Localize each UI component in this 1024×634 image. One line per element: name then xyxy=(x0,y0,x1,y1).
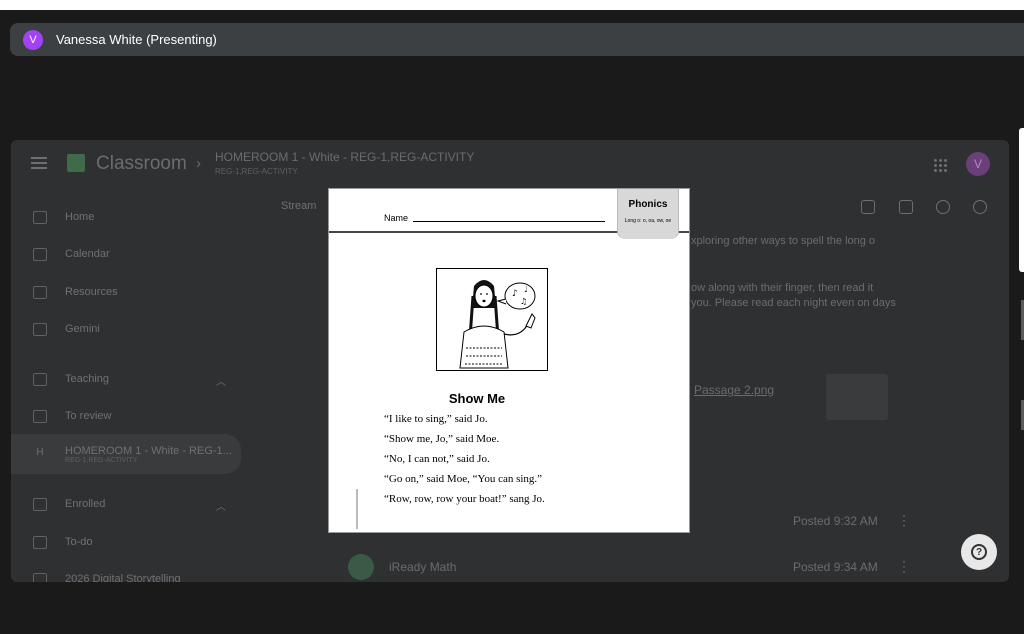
svg-text:♪: ♪ xyxy=(512,289,518,299)
sidebar-item-label: Teaching xyxy=(65,373,110,385)
home-icon xyxy=(33,210,47,224)
girl-singing-illustration: ♪ ♫ ♩ xyxy=(436,268,548,371)
presenter-name: Vanessa White (Presenting) xyxy=(56,32,217,47)
sidebar-item-homeroom[interactable]: H HOMEROOM 1 - White - REG-1... REG-1,RE… xyxy=(11,434,241,474)
gemini-icon xyxy=(33,322,47,336)
sidebar-item-label: Enrolled xyxy=(65,498,106,510)
announcement-text: you. Please read each night even on days xyxy=(691,297,896,309)
class-icon xyxy=(33,572,47,582)
sidebar-section-enrolled[interactable]: Enrolled ︿ xyxy=(11,489,241,519)
attachment-link[interactable]: Passage 2.png xyxy=(694,383,774,397)
sidebar-item-label: To-do xyxy=(65,536,93,548)
story-line: “Go on,” said Moe, “You can sing.” xyxy=(384,473,543,485)
user-avatar[interactable]: V xyxy=(966,152,990,176)
announcement-text: xploring other ways to spell the long o xyxy=(691,235,876,247)
course-subtitle: REG-1,REG-ACTIVITY xyxy=(215,167,298,176)
chevron-up-icon: ︿ xyxy=(216,502,226,513)
presenter-avatar: V xyxy=(23,29,43,50)
resources-icon xyxy=(33,285,47,299)
sidebar-section-teaching[interactable]: Teaching ︿ xyxy=(11,364,241,394)
drive-icon[interactable] xyxy=(936,200,950,214)
sidebar-item-label: 2026 Digital Storytelling xyxy=(65,573,181,582)
gear-icon[interactable] xyxy=(973,200,987,214)
app-title[interactable]: Classroom xyxy=(96,153,187,175)
sidebar-item-label: Calendar xyxy=(65,248,110,260)
svg-text:♩: ♩ xyxy=(524,285,528,294)
class-badge: H xyxy=(36,447,44,458)
review-icon xyxy=(33,409,47,423)
sidebar-item-label: HOMEROOM 1 - White - REG-1... REG-1,REG-… xyxy=(65,445,232,464)
chevron-right-icon: › xyxy=(196,155,201,172)
sidebar-item-to-review[interactable]: To review xyxy=(11,401,241,431)
homeroom-label: HOMEROOM 1 - White - REG-1... xyxy=(65,444,232,457)
tab-stream[interactable]: Stream xyxy=(281,200,316,212)
video-meet-icon[interactable] xyxy=(861,200,875,214)
more-vert-icon[interactable]: ⋮ xyxy=(897,512,911,529)
phonics-title: Phonics xyxy=(628,199,668,210)
right-edge-panel xyxy=(1019,128,1024,272)
help-button[interactable]: ? xyxy=(961,534,997,570)
name-line xyxy=(413,221,605,222)
story-line: “I like to sing,” said Jo. xyxy=(384,413,488,425)
todo-icon xyxy=(33,535,47,549)
sidebar-item-label: To review xyxy=(65,410,112,422)
svg-text:♫: ♫ xyxy=(520,297,527,306)
announcement-text: ow along with their finger, then read it xyxy=(691,282,874,294)
worksheet-image-preview: Name Phonics Long o: o, oa, ow, oe ♪ ♫ ♩… xyxy=(328,188,690,533)
sidebar-item-to-do[interactable]: To-do xyxy=(11,527,241,557)
sidebar-item-resources[interactable]: Resources xyxy=(11,277,241,307)
classroom-logo-icon xyxy=(67,154,85,172)
attachment-thumbnail[interactable] xyxy=(826,374,888,420)
post-timestamp: Posted 9:32 AM xyxy=(793,514,878,528)
sidebar-item-home[interactable]: Home xyxy=(11,202,241,232)
enrolled-icon xyxy=(33,497,47,511)
sidebar-item-label: Gemini xyxy=(65,323,100,335)
story-title: Show Me xyxy=(448,391,506,406)
sidebar-item-gemini[interactable]: Gemini xyxy=(11,314,241,344)
story-line: “No, I can not,” said Jo. xyxy=(384,453,490,465)
story-line: “Row, row, row your boat!” sang Jo. xyxy=(384,493,545,505)
teaching-icon xyxy=(33,372,47,386)
phonics-subtitle: Long o: o, oa, ow, oe xyxy=(624,218,672,224)
chevron-up-icon: ︿ xyxy=(216,377,226,388)
more-vert-icon[interactable]: ⋮ xyxy=(897,558,911,575)
post-title[interactable]: iReady Math xyxy=(389,560,456,574)
help-circle-icon: ? xyxy=(971,544,987,560)
story-line: “Show me, Jo,” said Moe. xyxy=(384,433,500,445)
classroom-header: Classroom › HOMEROOM 1 - White - REG-1,R… xyxy=(11,140,1009,190)
apps-grid-icon[interactable] xyxy=(933,158,947,172)
sidebar-item-calendar[interactable]: Calendar xyxy=(11,239,241,269)
top-white-strip xyxy=(0,0,1024,10)
calendar-icon xyxy=(33,247,47,261)
sidebar-item-label: Home xyxy=(65,211,95,223)
assignment-icon xyxy=(348,554,374,580)
phonics-tab: Phonics Long o: o, oa, ow, oe xyxy=(617,189,679,239)
name-label: Name xyxy=(384,213,409,223)
sidebar-item-label: Resources xyxy=(65,286,118,298)
hamburger-menu-icon[interactable] xyxy=(31,157,47,169)
presenter-bar: V Vanessa White (Presenting) xyxy=(10,23,1024,56)
sidebar-item-digital-storytelling[interactable]: 2026 Digital Storytelling xyxy=(11,564,241,582)
calendar-icon[interactable] xyxy=(899,200,913,214)
copyright-margin-mark xyxy=(356,489,358,529)
post-timestamp: Posted 9:34 AM xyxy=(793,560,878,574)
homeroom-sublabel: REG-1,REG-ACTIVITY xyxy=(65,456,138,464)
course-title[interactable]: HOMEROOM 1 - White - REG-1,REG-ACTIVITY xyxy=(215,150,474,164)
